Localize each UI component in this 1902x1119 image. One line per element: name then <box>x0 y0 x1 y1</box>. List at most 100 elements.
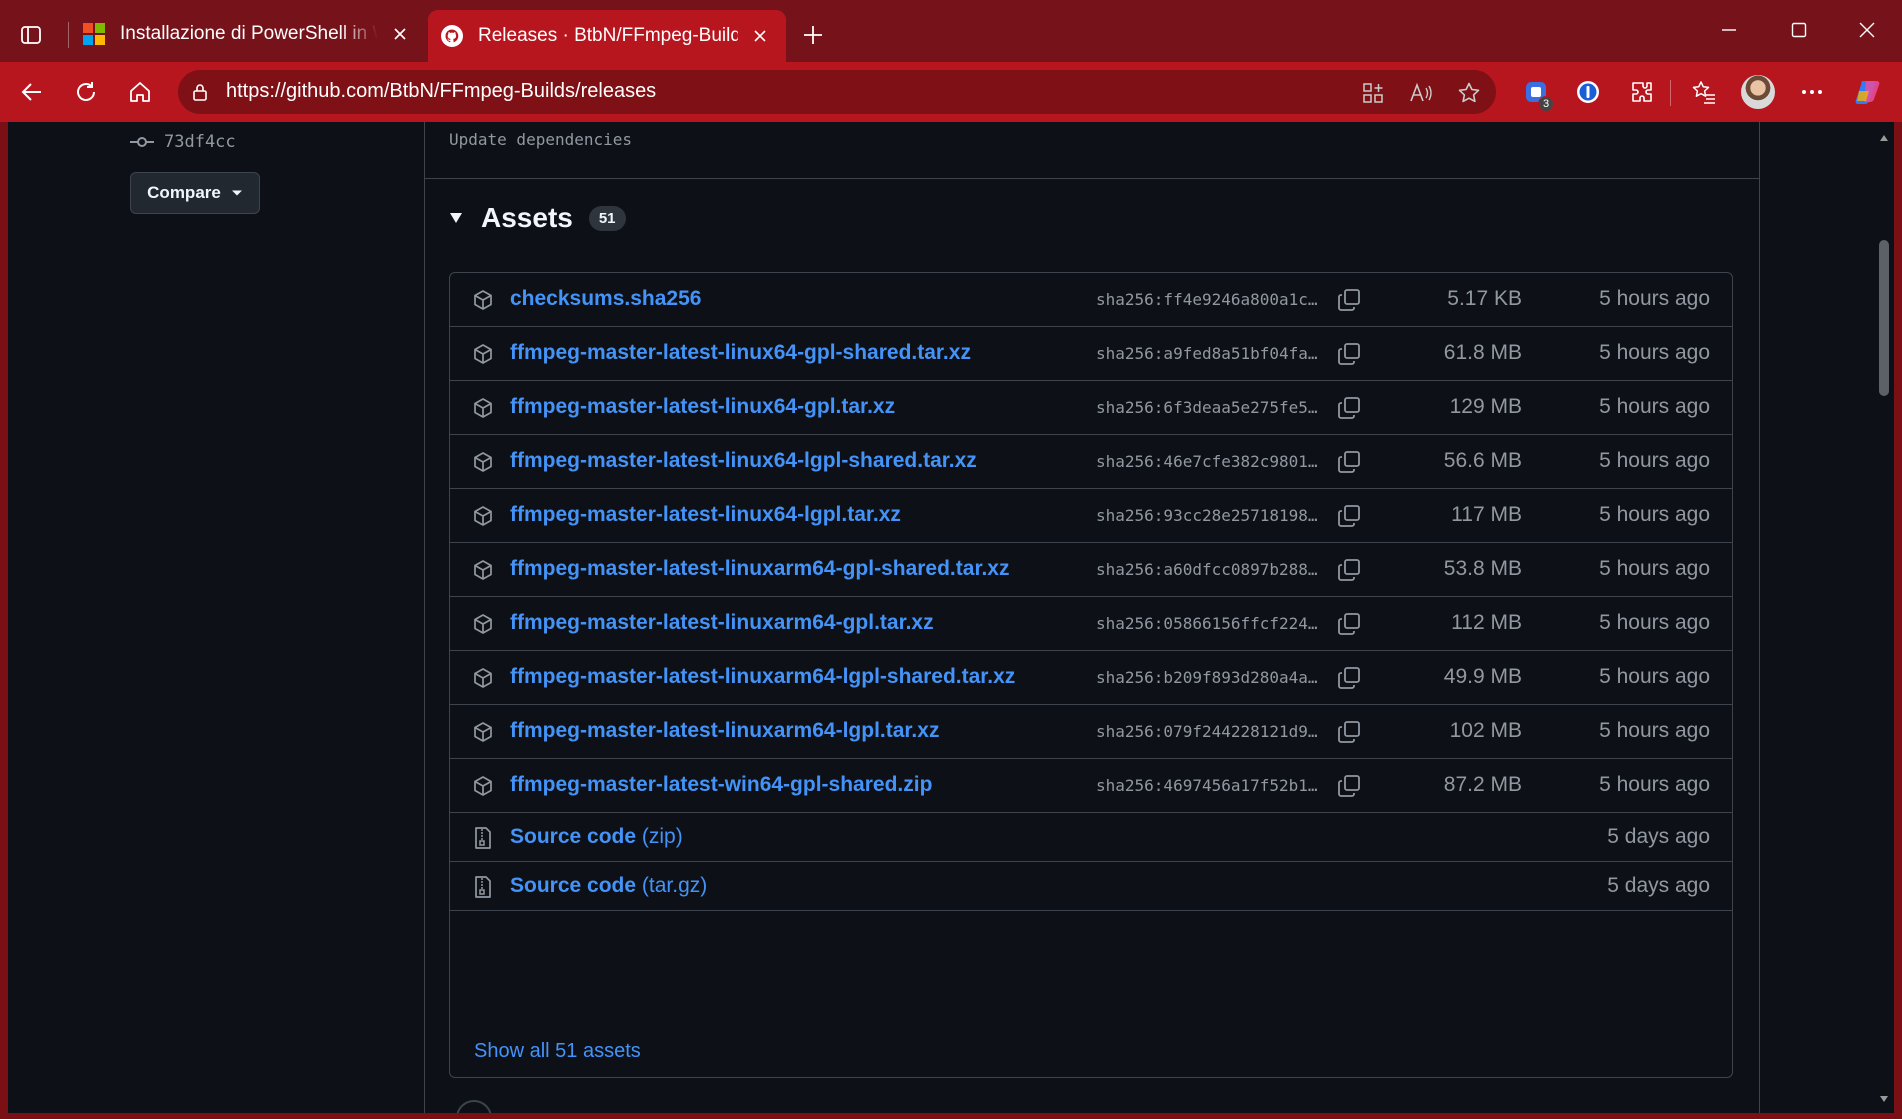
tab-powershell[interactable]: Installazione di PowerShell in Windows <box>70 12 426 56</box>
asset-link[interactable]: ffmpeg-master-latest-linuxarm64-gpl-shar… <box>510 557 1009 581</box>
source-row: Source code (tar.gz) 5 days ago <box>450 862 1732 911</box>
copilot-icon[interactable] <box>1848 72 1888 112</box>
sha256-digest: sha256:ff4e9246a800a1c… <box>1096 290 1318 309</box>
scrollbar[interactable] <box>1874 122 1894 1113</box>
copy-icon[interactable] <box>1336 503 1362 529</box>
close-window-button[interactable] <box>1838 10 1896 50</box>
asset-size: 56.6 MB <box>1443 449 1522 472</box>
toolbar-separator <box>1670 80 1671 106</box>
asset-link[interactable]: ffmpeg-master-latest-linux64-lgpl-shared… <box>510 449 977 473</box>
assets-list: Show all 51 assets checksums.sha256 sha25… <box>449 272 1733 1078</box>
copy-icon[interactable] <box>1336 341 1362 367</box>
settings-more-icon[interactable] <box>1792 72 1832 112</box>
copy-icon[interactable] <box>1336 395 1362 421</box>
asset-link[interactable]: checksums.sha256 <box>510 287 701 311</box>
show-all-assets-link[interactable]: Show all 51 assets <box>474 1040 641 1063</box>
home-button[interactable] <box>120 72 160 112</box>
asset-time: 5 hours ago <box>1599 719 1710 742</box>
asset-link[interactable]: ffmpeg-master-latest-linux64-lgpl.tar.xz <box>510 503 901 527</box>
package-icon <box>472 451 494 478</box>
favorites-icon[interactable] <box>1684 72 1724 112</box>
source-code-link[interactable]: Source code (tar.gz) <box>510 874 707 898</box>
asset-size: 87.2 MB <box>1443 773 1522 796</box>
sha256-digest: sha256:079f244228121d9… <box>1096 722 1318 741</box>
asset-link[interactable]: ffmpeg-master-latest-linuxarm64-lgpl-sha… <box>510 665 1015 689</box>
scrollbar-thumb[interactable] <box>1879 240 1889 396</box>
sha256-digest: sha256:4697456a17f52b1… <box>1096 776 1318 795</box>
asset-link[interactable]: ffmpeg-master-latest-win64-gpl-shared.zi… <box>510 773 932 797</box>
back-button[interactable] <box>12 72 52 112</box>
copy-icon[interactable] <box>1336 773 1362 799</box>
scroll-down-arrow-icon[interactable] <box>1878 1093 1890 1105</box>
source-code-link[interactable]: Source code (zip) <box>510 825 683 849</box>
asset-link[interactable]: ffmpeg-master-latest-linux64-gpl.tar.xz <box>510 395 895 419</box>
tab-title: Releases · BtbN/FFmpeg-Builds <box>478 25 738 46</box>
asset-row: ffmpeg-master-latest-linuxarm64-gpl.tar.… <box>450 597 1732 651</box>
copy-icon[interactable] <box>1336 287 1362 313</box>
read-aloud-icon[interactable] <box>1408 80 1434 106</box>
copy-icon[interactable] <box>1336 449 1362 475</box>
extension-badge-icon[interactable]: 3 <box>1516 72 1556 112</box>
tab-title: Installazione di PowerShell in Windows <box>120 23 378 44</box>
new-tab-button[interactable] <box>796 18 830 52</box>
asset-size: 112 MB <box>1451 611 1522 634</box>
copy-icon[interactable] <box>1336 665 1362 691</box>
app-available-icon[interactable] <box>1360 80 1386 106</box>
asset-row: ffmpeg-master-latest-linux64-lgpl-shared… <box>450 435 1732 489</box>
url-text[interactable]: https://github.com/BtbN/FFmpeg-Builds/re… <box>226 80 656 103</box>
scroll-up-arrow-icon[interactable] <box>1878 132 1890 144</box>
sha256-digest: sha256:a9fed8a51bf04fa… <box>1096 344 1318 363</box>
asset-link[interactable]: ffmpeg-master-latest-linuxarm64-gpl.tar.… <box>510 611 934 635</box>
commit-link[interactable]: 73df4cc <box>130 132 236 152</box>
tab-releases[interactable]: Releases · BtbN/FFmpeg-Builds <box>428 10 786 62</box>
package-icon <box>472 559 494 586</box>
close-tab-icon[interactable] <box>746 22 774 50</box>
assets-toggle[interactable]: Assets 51 <box>449 202 626 234</box>
github-icon <box>440 24 464 48</box>
compare-button[interactable]: Compare <box>130 172 260 214</box>
asset-size: 102 MB <box>1449 719 1522 742</box>
tab-actions-icon[interactable] <box>14 18 48 52</box>
git-commit-icon <box>130 137 154 147</box>
asset-time: 5 hours ago <box>1599 449 1710 472</box>
asset-size: 49.9 MB <box>1443 665 1522 688</box>
commit-hash: 73df4cc <box>164 132 236 152</box>
copy-icon[interactable] <box>1336 611 1362 637</box>
asset-size: 129 MB <box>1449 395 1522 418</box>
asset-size: 61.8 MB <box>1443 341 1522 364</box>
password-manager-icon[interactable] <box>1568 72 1608 112</box>
address-bar[interactable]: https://github.com/BtbN/FFmpeg-Builds/re… <box>178 70 1496 114</box>
triangle-down-icon <box>231 190 242 196</box>
file-zip-icon <box>472 875 494 904</box>
asset-time: 5 hours ago <box>1599 665 1710 688</box>
asset-link[interactable]: ffmpeg-master-latest-linux64-gpl-shared.… <box>510 341 971 365</box>
source-format: (zip) <box>641 824 683 848</box>
sha256-digest: sha256:05866156ffcf224… <box>1096 614 1318 633</box>
maximize-button[interactable] <box>1770 10 1828 50</box>
asset-time: 5 hours ago <box>1599 611 1710 634</box>
lock-icon[interactable] <box>190 82 210 107</box>
profile-avatar[interactable] <box>1738 72 1778 112</box>
package-icon <box>472 343 494 370</box>
asset-link[interactable]: ffmpeg-master-latest-linuxarm64-lgpl.tar… <box>510 719 939 743</box>
close-tab-icon[interactable] <box>386 20 414 48</box>
sha256-digest: sha256:46e7cfe382c9801… <box>1096 452 1318 471</box>
copy-icon[interactable] <box>1336 719 1362 745</box>
minimize-button[interactable] <box>1700 10 1758 50</box>
asset-time: 5 hours ago <box>1599 395 1710 418</box>
file-zip-icon <box>472 826 494 855</box>
refresh-button[interactable] <box>66 72 106 112</box>
commit-message: Update dependencies <box>449 130 633 149</box>
extensions-puzzle-icon[interactable] <box>1622 72 1662 112</box>
asset-row: ffmpeg-master-latest-linuxarm64-lgpl.tar… <box>450 705 1732 759</box>
source-format: (tar.gz) <box>641 873 708 897</box>
favorite-star-icon[interactable] <box>1456 80 1482 106</box>
asset-time: 5 hours ago <box>1599 503 1710 526</box>
copy-icon[interactable] <box>1336 557 1362 583</box>
asset-size: 5.17 KB <box>1447 287 1522 310</box>
asset-row: ffmpeg-master-latest-linux64-gpl-shared.… <box>450 327 1732 381</box>
browser-toolbar: https://github.com/BtbN/FFmpeg-Builds/re… <box>0 62 1902 122</box>
sha256-digest: sha256:6f3deaa5e275fe5… <box>1096 398 1318 417</box>
triangle-down-icon <box>450 213 462 223</box>
package-icon <box>472 505 494 532</box>
